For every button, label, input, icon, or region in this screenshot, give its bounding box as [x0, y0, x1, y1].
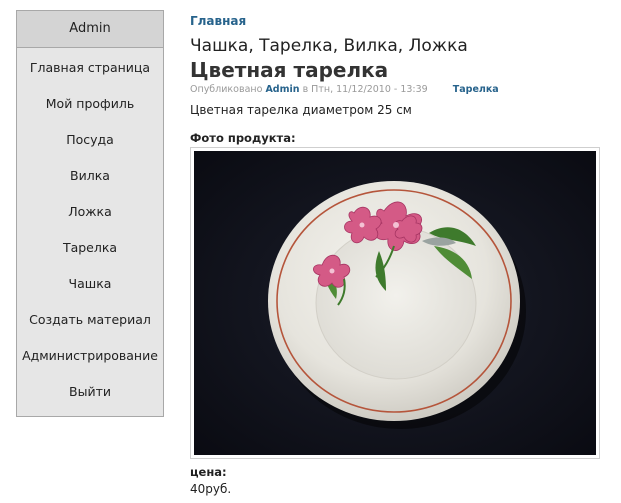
sidebar-item-logout[interactable]: Выйти: [17, 374, 163, 410]
author-link[interactable]: Admin: [265, 84, 299, 95]
sidebar-item-home[interactable]: Главная страница: [17, 50, 163, 86]
page: Admin Главная страница Мой профиль Посуд…: [0, 0, 621, 503]
taxonomy-tag-link[interactable]: Тарелка: [453, 84, 499, 95]
sidebar-item-plate[interactable]: Тарелка: [17, 230, 163, 266]
sidebar-header-admin[interactable]: Admin: [17, 11, 163, 48]
sidebar-item-create-content[interactable]: Создать материал: [17, 302, 163, 338]
breadcrumb-home-link[interactable]: Главная: [190, 14, 246, 28]
sidebar-item-tableware[interactable]: Посуда: [17, 122, 163, 158]
submitted-info: Опубликовано Admin в Птн, 11/12/2010 - 1…: [190, 84, 610, 95]
submitted-prefix: Опубликовано: [190, 84, 263, 95]
node-body: Цветная тарелка диаметром 25 см: [190, 103, 412, 117]
sidebar-list: Главная страница Мой профиль Посуда Вилк…: [17, 48, 163, 416]
sidebar-item-fork[interactable]: Вилка: [17, 158, 163, 194]
page-title: Цветная тарелка: [190, 58, 389, 82]
sidebar-item-administration[interactable]: Администрирование: [17, 338, 163, 374]
main-content: Главная Чашка, Тарелка, Вилка, Ложка Цве…: [190, 10, 610, 496]
sidebar-item-cup[interactable]: Чашка: [17, 266, 163, 302]
price-value: 40руб.: [190, 482, 232, 496]
price-field-label: цена:: [190, 465, 227, 479]
product-photo: [194, 151, 596, 455]
photo-field-label: Фото продукта:: [190, 131, 296, 145]
submitted-date: в Птн, 11/12/2010 - 13:39: [302, 84, 428, 95]
sidebar-item-my-profile[interactable]: Мой профиль: [17, 86, 163, 122]
category-title: Чашка, Тарелка, Вилка, Ложка: [190, 36, 468, 56]
sidebar-item-spoon[interactable]: Ложка: [17, 194, 163, 230]
product-photo-frame: [190, 147, 600, 459]
sidebar: Admin Главная страница Мой профиль Посуд…: [16, 10, 164, 417]
